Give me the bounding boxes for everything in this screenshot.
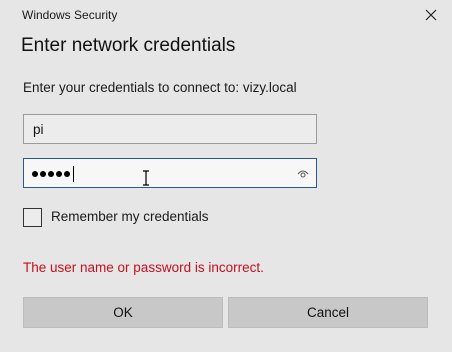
remember-credentials-checkbox[interactable] bbox=[23, 208, 42, 227]
password-dot bbox=[64, 171, 70, 177]
close-icon bbox=[425, 9, 437, 21]
cancel-button[interactable]: Cancel bbox=[228, 297, 428, 328]
eye-icon bbox=[297, 170, 309, 178]
remember-credentials-label[interactable]: Remember my credentials bbox=[51, 209, 209, 224]
ok-button-label: OK bbox=[113, 305, 133, 320]
dialog-heading: Enter network credentials bbox=[21, 35, 236, 56]
close-button[interactable] bbox=[418, 4, 444, 26]
credentials-dialog: Windows Security Enter network credentia… bbox=[0, 0, 452, 352]
password-field[interactable] bbox=[23, 158, 317, 188]
password-dot bbox=[56, 171, 62, 177]
connection-prompt: Enter your credentials to connect to: vi… bbox=[23, 80, 297, 95]
text-caret bbox=[73, 166, 74, 182]
ok-button[interactable]: OK bbox=[23, 297, 223, 328]
error-message: The user name or password is incorrect. bbox=[23, 260, 264, 275]
cancel-button-label: Cancel bbox=[306, 305, 350, 320]
ibeam-cursor-icon bbox=[143, 170, 149, 186]
password-dot bbox=[40, 171, 46, 177]
username-field[interactable]: pi bbox=[23, 114, 317, 144]
password-dot bbox=[32, 171, 38, 177]
window-title: Windows Security bbox=[22, 8, 118, 22]
reveal-password-button[interactable] bbox=[296, 167, 310, 181]
password-dot bbox=[48, 171, 54, 177]
password-masked-value bbox=[32, 166, 74, 182]
username-value: pi bbox=[33, 122, 44, 137]
